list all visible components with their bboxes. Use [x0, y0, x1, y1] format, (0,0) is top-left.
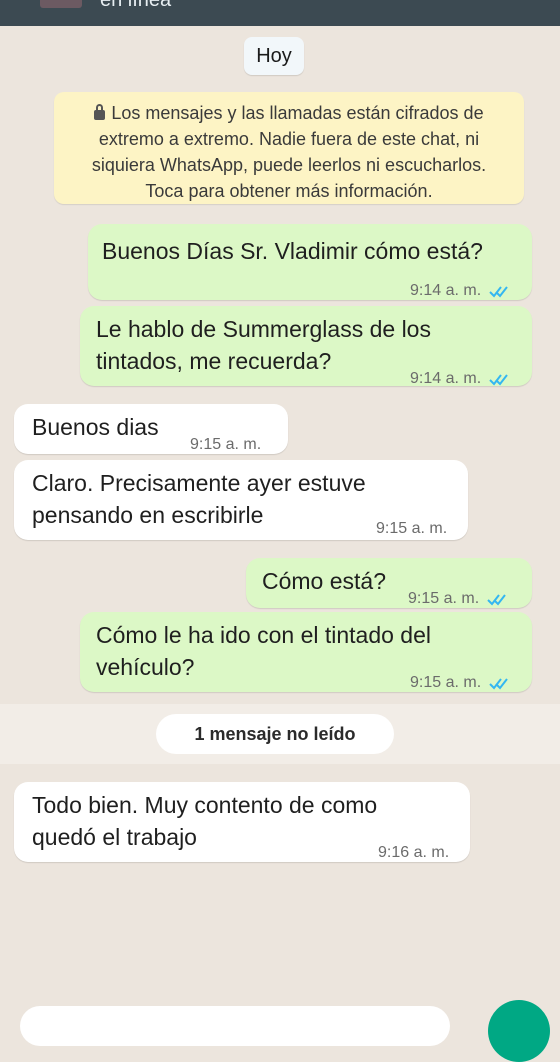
- message-text: tintados, me recuerda?: [96, 348, 332, 374]
- double-check-icon: [489, 678, 508, 690]
- encryption-notice-line: siquiera WhatsApp, puede leerlos ni escu…: [91, 155, 487, 175]
- message-time: 9:16 a. m.: [378, 844, 450, 861]
- mic-button[interactable]: [488, 1000, 550, 1062]
- encryption-notice[interactable]: Los mensajes y las llamadas están cifrad…: [54, 92, 524, 204]
- message-bubble-outgoing[interactable]: Le hablo de Summerglass de los tintados,…: [80, 306, 532, 387]
- message-bubble-incoming[interactable]: Todo bien. Muy contento de como quedó el…: [14, 782, 470, 862]
- double-check-icon: [487, 594, 506, 606]
- message-text: quedó el trabajo: [32, 824, 197, 850]
- message-time: 9:15 a. m.: [376, 520, 448, 537]
- message-bubble-outgoing[interactable]: Cómo le ha ido con el tintado del vehícu…: [80, 612, 532, 692]
- message-input[interactable]: [20, 1006, 450, 1046]
- message-text: Le hablo de Summerglass de los: [96, 316, 431, 342]
- message-text: vehículo?: [96, 654, 195, 680]
- message-bubble-incoming[interactable]: Buenos dias 9:15 a. m.: [14, 404, 288, 454]
- message-time: 9:14 a. m.: [410, 282, 482, 299]
- message-text: Cómo está?: [262, 568, 387, 594]
- message-time: 9:15 a. m.: [410, 674, 482, 691]
- double-check-icon: [489, 286, 508, 298]
- message-text: Todo bien. Muy contento de como: [32, 792, 378, 818]
- message-time: 9:15 a. m.: [190, 436, 262, 453]
- avatar[interactable]: [40, 0, 82, 8]
- double-check-icon: [489, 374, 508, 386]
- message-meta: 9:15 a. m.: [408, 582, 507, 616]
- message-text: Cómo le ha ido con el tintado del: [96, 622, 431, 648]
- message-bubble-outgoing[interactable]: Buenos Días Sr. Vladimir cómo está? 9:14…: [88, 224, 532, 300]
- unread-divider: 1 mensaje no leído: [156, 714, 394, 754]
- message-text: pensando en escribirle: [32, 502, 264, 528]
- message-bubble-outgoing[interactable]: Cómo está? 9:15 a. m.: [246, 558, 532, 608]
- encryption-notice-line: Toca para obtener más información.: [145, 181, 433, 201]
- encryption-notice-line: extremo a extremo. Nadie fuera de este c…: [98, 129, 480, 149]
- message-meta: 9:16 a. m.: [378, 836, 449, 870]
- lock-icon: [94, 104, 106, 120]
- message-time: 9:14 a. m.: [410, 370, 482, 387]
- encryption-notice-line: Los mensajes y las llamadas están cifrad…: [66, 100, 512, 126]
- message-meta: 9:15 a. m.: [376, 512, 447, 546]
- message-meta: 9:14 a. m.: [410, 274, 509, 308]
- message-meta: 9:15 a. m.: [410, 666, 509, 700]
- message-text: Claro. Precisamente ayer estuve: [32, 470, 366, 496]
- message-bubble-incoming[interactable]: Claro. Precisamente ayer estuve pensando…: [14, 460, 468, 540]
- message-text: Buenos Días Sr. Vladimir cómo está?: [102, 238, 483, 264]
- contact-status: en línea: [100, 0, 172, 11]
- message-meta: 9:15 a. m.: [190, 428, 261, 462]
- chat-header: en línea: [0, 0, 560, 26]
- message-meta: 9:14 a. m.: [410, 362, 509, 396]
- message-text: Buenos dias: [32, 414, 159, 440]
- message-time: 9:15 a. m.: [408, 590, 480, 607]
- date-chip: Hoy: [244, 37, 304, 75]
